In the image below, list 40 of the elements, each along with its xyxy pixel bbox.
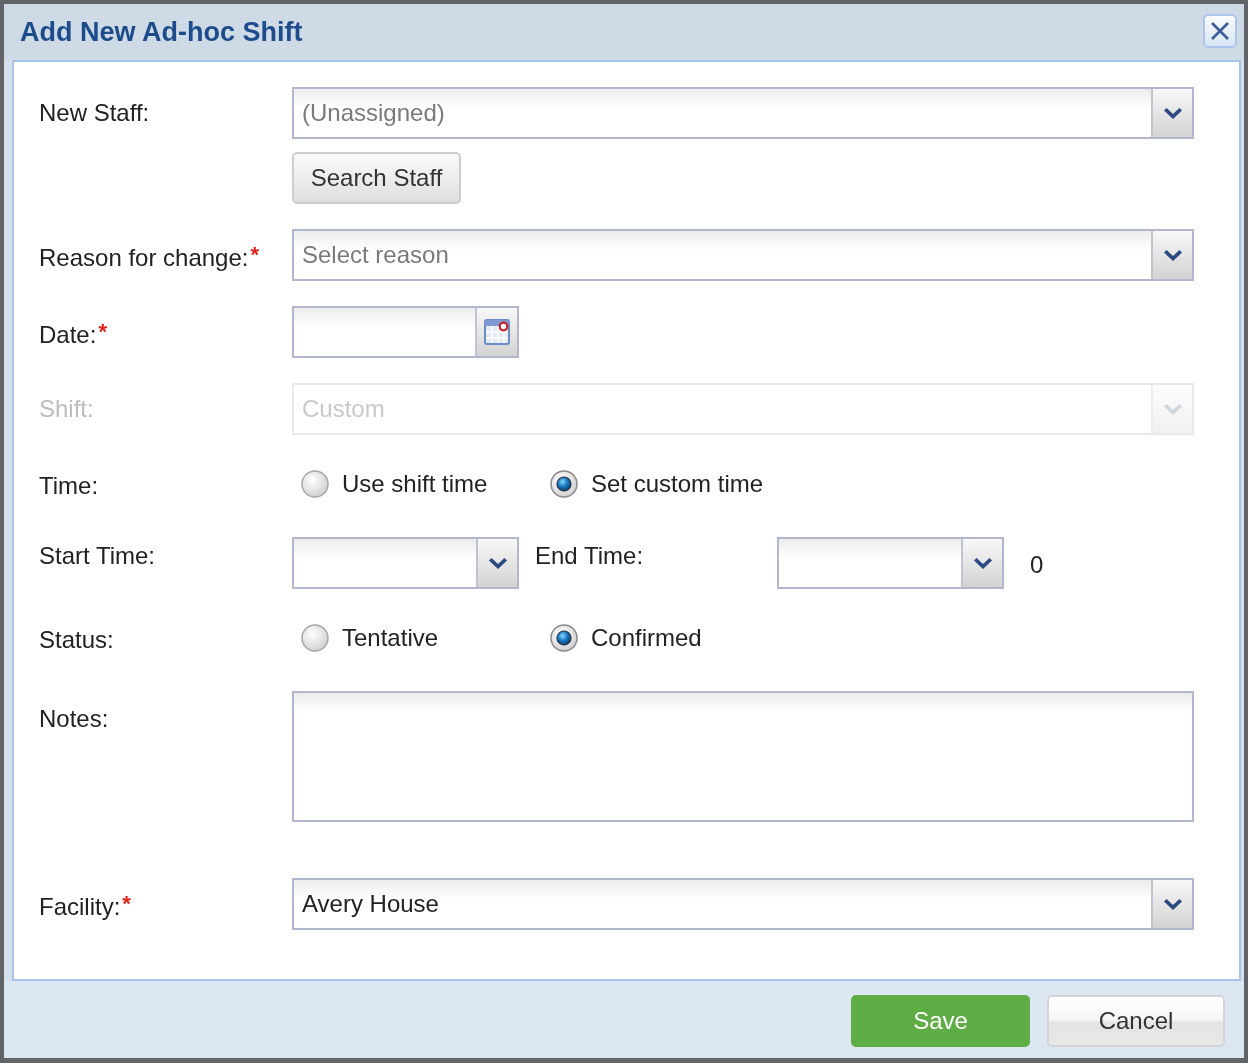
required-mark: * <box>98 319 107 344</box>
dropdown-button[interactable] <box>476 539 517 587</box>
notes-textarea[interactable] <box>292 691 1194 822</box>
dropdown-button[interactable] <box>961 539 1002 587</box>
required-mark: * <box>250 242 260 267</box>
dropdown-button[interactable] <box>1151 880 1192 928</box>
date-field[interactable] <box>292 306 519 358</box>
field-label: Facility: <box>39 893 121 920</box>
cancel-button[interactable]: Cancel <box>1047 995 1225 1047</box>
radio-option[interactable]: Use shift time <box>301 470 488 498</box>
chevron-down-icon <box>1163 403 1182 415</box>
chevron-down-icon <box>1163 249 1182 261</box>
close-icon <box>1210 21 1230 41</box>
field-label: New Staff: <box>39 99 150 126</box>
field-label: End Time: <box>535 541 644 571</box>
field-label: Reason for change: <box>39 244 249 271</box>
field-label: Notes: <box>39 705 109 732</box>
radio-option[interactable]: Set custom time <box>550 470 764 498</box>
close-button[interactable] <box>1203 14 1237 48</box>
field-label: Shift: <box>39 395 94 422</box>
dropdown-button[interactable] <box>1151 231 1192 279</box>
required-mark: * <box>122 891 131 916</box>
chevron-down-icon <box>1163 107 1182 119</box>
dialog-title: Add New Ad-hoc Shift <box>20 16 303 48</box>
number-text: 0 <box>1030 550 1044 579</box>
field-label: Status: <box>39 626 114 653</box>
radio-option[interactable]: Tentative <box>301 624 439 652</box>
field-label: Time: <box>39 472 99 499</box>
field-label: Date: <box>39 321 97 348</box>
chevron-down-icon <box>1163 898 1182 910</box>
radio-option[interactable]: Confirmed <box>550 624 702 652</box>
chevron-down-icon <box>973 557 992 569</box>
field-label: Start Time: <box>39 542 156 569</box>
dropdown-button[interactable] <box>1151 89 1192 137</box>
calendar-icon <box>484 319 510 345</box>
search-staff-button[interactable]: Search Staff <box>292 152 461 204</box>
dropdown-field[interactable] <box>777 537 1004 589</box>
dropdown-field[interactable] <box>292 537 519 589</box>
chevron-down-icon <box>488 557 507 569</box>
calendar-button[interactable] <box>475 308 517 356</box>
